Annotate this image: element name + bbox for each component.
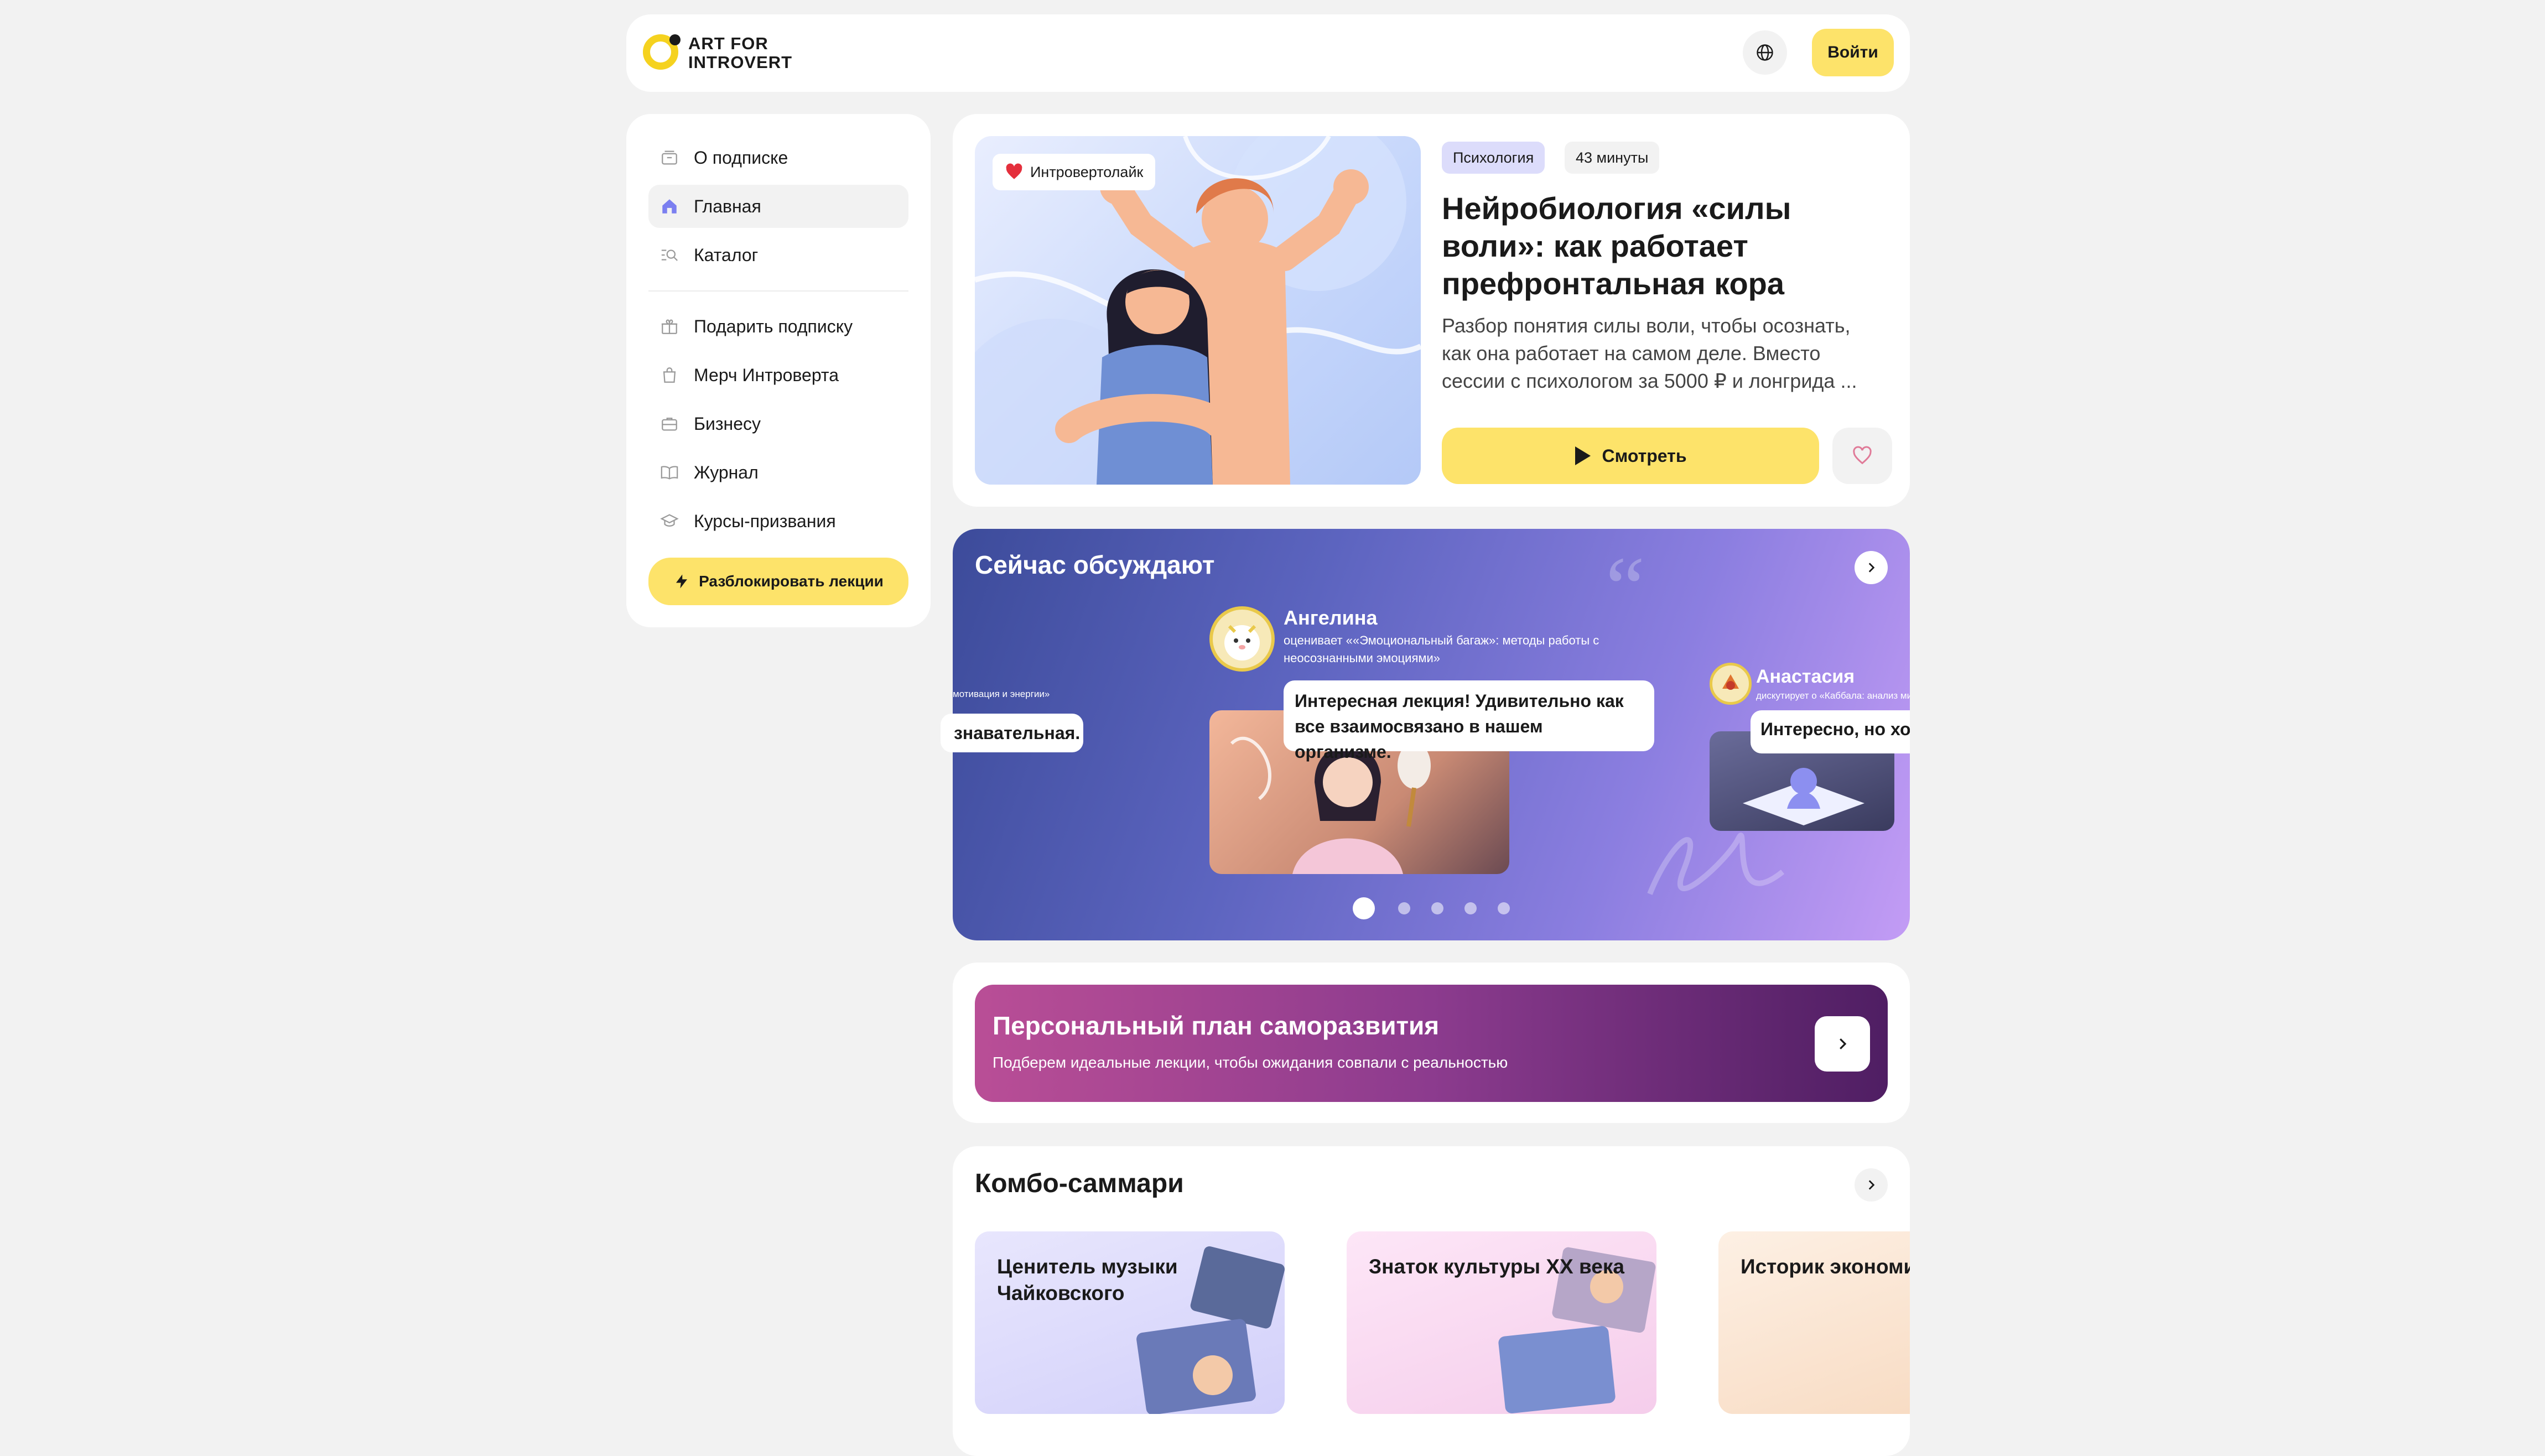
- anastasia-avatar[interactable]: [1710, 663, 1752, 705]
- anastasia-action: дискутирует о «Каббала: анализ ми: [1756, 690, 1910, 701]
- carousel-dot[interactable]: [1464, 902, 1477, 914]
- sidebar-item-merch[interactable]: Мерч Интроверта: [648, 353, 908, 397]
- combo-card-title: Ценитель музыки Чайковского: [997, 1255, 1178, 1304]
- unlock-lectures-button[interactable]: Разблокировать лекции: [648, 558, 908, 605]
- sidebar-item-business[interactable]: Бизнесу: [648, 402, 908, 445]
- personal-plan-button[interactable]: [1815, 1016, 1870, 1072]
- left-slide-action: мотивация и энергии»: [953, 689, 1050, 699]
- center-slide-comment-text: Интересная лекция! Удивительно как все в…: [1295, 691, 1624, 762]
- introvert-like-badge: Интровертолайк: [993, 154, 1156, 190]
- gift-icon: [658, 315, 681, 337]
- combo-card[interactable]: Ценитель музыки Чайковского: [975, 1231, 1285, 1414]
- sidebar-item-courses[interactable]: Курсы-призвания: [648, 500, 908, 543]
- category-tag[interactable]: Психология: [1442, 142, 1545, 174]
- combo-next-button[interactable]: [1855, 1168, 1888, 1202]
- sidebar-item-label: Мерч Интроверта: [694, 365, 839, 385]
- combo-card[interactable]: Знаток культуры XX века: [1347, 1231, 1656, 1414]
- personal-plan-subtitle: Подберем идеальные лекции, чтобы ожидани…: [993, 1054, 1508, 1071]
- carousel-dot[interactable]: [1431, 902, 1443, 914]
- sidebar-item-gift[interactable]: Подарить подписку: [648, 305, 908, 348]
- globe-icon: [1757, 44, 1773, 61]
- sidebar-item-label: Главная: [694, 196, 761, 216]
- combo-card-title: Историк экономи институтов: [1741, 1255, 1910, 1278]
- left-slide-comment[interactable]: знавательная.: [941, 714, 1083, 752]
- angelina-avatar[interactable]: [1209, 606, 1275, 672]
- heart-icon: [1006, 163, 1022, 179]
- top-header: [626, 14, 1910, 92]
- logo-line1: ART FOR: [688, 34, 768, 53]
- sidebar-item-label: Журнал: [694, 462, 759, 482]
- graduation-cap-icon: [658, 510, 681, 532]
- carousel-dot[interactable]: [1398, 902, 1410, 914]
- watch-button[interactable]: Смотреть: [1442, 428, 1819, 484]
- chevron-right-icon: [1868, 1180, 1875, 1190]
- unlock-lectures-label: Разблокировать лекции: [699, 573, 884, 590]
- sidebar-item-label: О подписке: [694, 147, 788, 168]
- angelina-action: оценивает «‎«Эмоциональный багаж»: метод…: [1284, 633, 1599, 665]
- book-icon: [658, 461, 681, 483]
- logo-dot: [669, 34, 681, 45]
- logo-line2: INTROVERT: [688, 53, 793, 72]
- briefcase-icon: [658, 413, 681, 435]
- home-icon: [658, 195, 681, 217]
- watch-label: Смотреть: [1602, 445, 1687, 466]
- carousel-dot-active[interactable]: [1353, 897, 1375, 919]
- language-button[interactable]: [1743, 30, 1787, 75]
- chevron-right-icon: [1840, 1038, 1847, 1049]
- duration-tag: 43 минуты: [1565, 142, 1660, 174]
- left-slide-comment-text: знавательная.: [954, 723, 1081, 743]
- subscription-icon: [658, 147, 681, 169]
- combo-card-title: Знаток культуры XX века: [1369, 1255, 1624, 1278]
- angelina-name[interactable]: Ангелина: [1284, 606, 1378, 630]
- carousel-dot[interactable]: [1498, 902, 1510, 914]
- right-slide-comment[interactable]: Интересно, но хо: [1751, 710, 1910, 753]
- shopping-bag-icon: [658, 364, 681, 386]
- lightning-icon: [676, 574, 688, 589]
- heart-outline-icon: [1853, 446, 1872, 465]
- sidebar-divider: [648, 290, 908, 292]
- introvert-like-label: Интровертолайк: [1030, 163, 1144, 180]
- featured-title[interactable]: Нейробиология «силы воли»: как работает …: [1442, 190, 1884, 303]
- personal-plan-banner[interactable]: [975, 985, 1888, 1102]
- chevron-right-icon: [1868, 563, 1875, 573]
- right-slide-comment-text: Интересно, но хо: [1760, 719, 1910, 739]
- sidebar-item-catalog[interactable]: Каталог: [648, 233, 908, 277]
- sidebar-item-label: Бизнесу: [694, 413, 761, 434]
- sidebar-item-label: Курсы-призвания: [694, 511, 836, 531]
- sidebar-item-label: Каталог: [694, 245, 759, 265]
- featured-description: Разбор понятия силы воли, чтобы осознать…: [1442, 314, 1857, 392]
- sidebar-item-journal[interactable]: Журнал: [648, 451, 908, 494]
- discussion-title: Сейчас обсуждают: [975, 550, 1215, 579]
- discussion-next-button[interactable]: [1855, 551, 1888, 584]
- catalog-search-icon: [658, 244, 681, 266]
- anastasia-name[interactable]: Анастасия: [1756, 666, 1855, 688]
- sidebar-item-label: Подарить подписку: [694, 316, 853, 336]
- svg-text:“: “: [1606, 538, 1645, 637]
- personal-plan-title: Персональный план саморазвития: [993, 1011, 1440, 1040]
- favorite-button[interactable]: [1832, 428, 1892, 484]
- center-slide-comment[interactable]: Интересная лекция! Удивительно как все в…: [1284, 680, 1654, 762]
- sidebar-item-subscription[interactable]: О подписке: [648, 136, 908, 179]
- sidebar-item-home[interactable]: Главная: [648, 185, 908, 228]
- login-button[interactable]: Войти: [1812, 29, 1894, 76]
- play-icon: [1575, 446, 1591, 465]
- logo-text[interactable]: ART FOR INTROVERT: [688, 34, 792, 72]
- combo-card[interactable]: Историк экономи институтов: [1718, 1231, 1910, 1414]
- combo-summary-title: Комбо-саммари: [975, 1169, 1184, 1198]
